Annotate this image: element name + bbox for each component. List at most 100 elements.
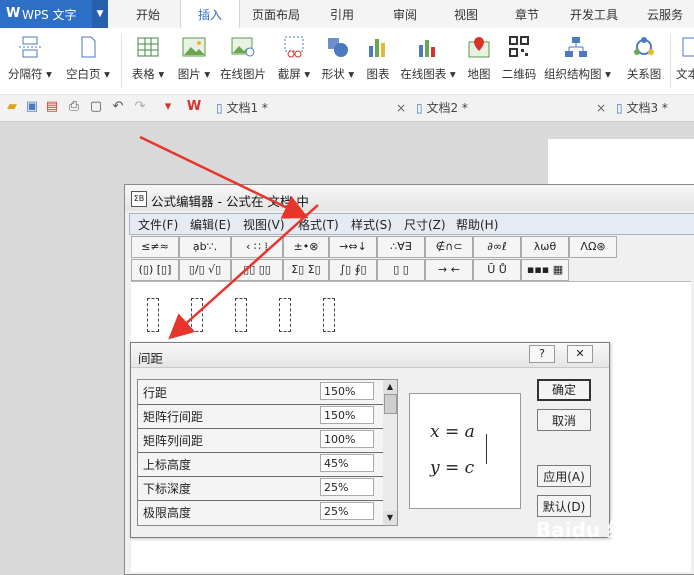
palette-summations[interactable]: Σ▯ Σ▯ (283, 259, 329, 281)
menu-file[interactable]: 文件(F) (138, 216, 178, 233)
spacing-row[interactable]: 矩阵行间距 150% (138, 404, 384, 429)
spacing-row[interactable]: 下标深度 25% (138, 476, 384, 501)
spacing-row[interactable]: 矩阵列间距 100% (138, 428, 384, 453)
online-picture-button[interactable]: 在线图片 (216, 28, 270, 94)
table-button[interactable]: 表格 ▾ (126, 28, 170, 94)
spacing-dialog-titlebar[interactable]: 间距 ? ✕ (131, 343, 609, 368)
chart-button[interactable]: 图表 (360, 28, 396, 94)
palette-embellishments[interactable]: ‹ ∷ ⁞ (231, 236, 283, 258)
close-icon[interactable]: × (596, 95, 606, 121)
palette-misc[interactable]: ∂∞ℓ (473, 236, 521, 258)
customize-toolbar-icon[interactable]: ▾ (160, 99, 176, 115)
palette-labeled-arrows[interactable]: → ← (425, 259, 473, 281)
menu-format[interactable]: 格式(T) (298, 216, 339, 233)
menu-help[interactable]: 帮助(H) (456, 216, 498, 233)
palette-integrals[interactable]: ∫▯ ∮▯ (329, 259, 377, 281)
doc-tab-2[interactable]: ▯ 文档2 * × (416, 95, 606, 121)
undo-icon[interactable]: ↶ (110, 99, 126, 115)
preview-equation-line: y = c (430, 458, 475, 478)
app-menu-button[interactable]: W WPS 文字 ▼ (0, 0, 108, 28)
spacing-row[interactable]: 极限高度 25% (138, 500, 384, 524)
save-icon[interactable]: ▣ (24, 99, 40, 115)
spacing-row[interactable]: 上标高度 45% (138, 452, 384, 477)
blank-page-button[interactable]: 空白页 ▾ (60, 28, 116, 94)
tab-references[interactable]: 引用 (322, 0, 362, 28)
apply-button[interactable]: 应用(A) (537, 465, 591, 487)
palette-scripts[interactable]: ▯▯ ▯▯ (231, 259, 283, 281)
tab-review[interactable]: 审阅 (385, 0, 425, 28)
cancel-button[interactable]: 取消 (537, 409, 591, 431)
textbox-button[interactable]: 文本 (676, 28, 694, 94)
online-chart-label: 在线图表 ▾ (400, 67, 456, 81)
equation-editor-titlebar[interactable]: ΣB 公式编辑器 - 公式在 文档 中 (125, 185, 694, 211)
spacing-value-input[interactable]: 25% (320, 502, 374, 520)
help-button[interactable]: ? (529, 345, 555, 363)
online-chart-button[interactable]: 在线图表 ▾ (396, 28, 460, 94)
shapes-label: 形状 ▾ (321, 67, 355, 81)
scroll-up-icon[interactable]: ▲ (383, 380, 397, 394)
spacing-value-input[interactable]: 150% (320, 382, 374, 400)
palette-matrices[interactable]: ▪▪▪ ▦ (521, 259, 569, 281)
print-preview-icon[interactable]: ▢ (88, 99, 104, 115)
map-label: 地图 (467, 67, 491, 81)
spacing-row[interactable]: 行距 150% (138, 380, 384, 405)
palette-greek-upper[interactable]: ΛΩ⊛ (569, 236, 617, 258)
spacing-value-input[interactable]: 150% (320, 406, 374, 424)
matrix-slot[interactable] (235, 298, 247, 332)
menu-view[interactable]: 视图(V) (243, 216, 285, 233)
palette-fractions-radicals[interactable]: ▯/▯ √▯ (179, 259, 231, 281)
spacing-value-input[interactable]: 100% (320, 430, 374, 448)
screenshot-button[interactable]: 截屏 ▾ (272, 28, 316, 94)
matrix-slot[interactable] (323, 298, 335, 332)
ok-button[interactable]: 确定 (537, 379, 591, 401)
print-icon[interactable]: ⎙ (66, 99, 82, 115)
picture-button[interactable]: 图片 ▾ (172, 28, 216, 94)
matrix-slot[interactable] (279, 298, 291, 332)
palette-greek-lower[interactable]: λωθ (521, 236, 569, 258)
redo-icon[interactable]: ↷ (132, 99, 148, 115)
spacing-value-input[interactable]: 25% (320, 478, 374, 496)
map-button[interactable]: 地图 (462, 28, 496, 94)
tab-cloud[interactable]: 云服务 (636, 0, 694, 28)
page-break-button[interactable]: 分隔符 ▾ (2, 28, 58, 94)
open-folder-icon[interactable]: ▰ (4, 99, 20, 115)
palette-arrows[interactable]: →⇔↓ (329, 236, 377, 258)
tab-insert[interactable]: 插入 (180, 0, 240, 29)
doc-tab-3[interactable]: ▯ 文档3 * (616, 95, 694, 121)
doc-tab-1[interactable]: ▯ 文档1 * × (216, 95, 406, 121)
menu-edit[interactable]: 编辑(E) (190, 216, 231, 233)
matrix-slot[interactable] (147, 298, 159, 332)
scroll-down-icon[interactable]: ▼ (383, 511, 397, 525)
chevron-down-icon[interactable]: ▼ (92, 0, 108, 28)
screenshot-label: 截屏 ▾ (277, 67, 311, 81)
palette-relations[interactable]: ≤≠≈ (131, 236, 179, 258)
palette-sets[interactable]: ∉∩⊂ (425, 236, 473, 258)
relation-diagram-button[interactable]: 关系图 (622, 28, 666, 94)
scroll-thumb[interactable] (384, 394, 397, 414)
spacing-list-scrollbar[interactable]: ▲ ▼ (383, 379, 398, 526)
org-chart-label: 组织结构图 ▾ (544, 67, 611, 81)
tab-page-layout[interactable]: 页面布局 (246, 0, 306, 28)
palette-operators[interactable]: ±•⊗ (283, 236, 329, 258)
shapes-button[interactable]: 形状 ▾ (316, 28, 360, 94)
close-icon[interactable]: × (396, 95, 406, 121)
spacing-value-input[interactable]: 45% (320, 454, 374, 472)
menu-size[interactable]: 尺寸(Z) (404, 216, 446, 233)
doc-icon: ▯ (216, 101, 223, 115)
tab-section[interactable]: 章节 (507, 0, 547, 28)
palette-fences[interactable]: (▯) [▯] (131, 259, 179, 281)
close-button[interactable]: ✕ (567, 345, 593, 363)
tab-home[interactable]: 开始 (128, 0, 168, 28)
org-chart-button[interactable]: 组织结构图 ▾ (544, 28, 611, 94)
export-pdf-icon[interactable]: ▤ (44, 99, 60, 115)
matrix-slot[interactable] (191, 298, 203, 332)
qr-code-button[interactable]: 二维码 (498, 28, 540, 94)
palette-bars[interactable]: ▯ ▯ (377, 259, 425, 281)
palette-logic[interactable]: ∴∀∃ (377, 236, 425, 258)
dialog-title: 间距 (138, 351, 164, 366)
tab-view[interactable]: 视图 (446, 0, 486, 28)
menu-style[interactable]: 样式(S) (351, 216, 392, 233)
palette-spaces[interactable]: ạb∵. (179, 236, 231, 258)
tab-developer[interactable]: 开发工具 (564, 0, 624, 28)
palette-products[interactable]: Ū Ů (473, 259, 521, 281)
